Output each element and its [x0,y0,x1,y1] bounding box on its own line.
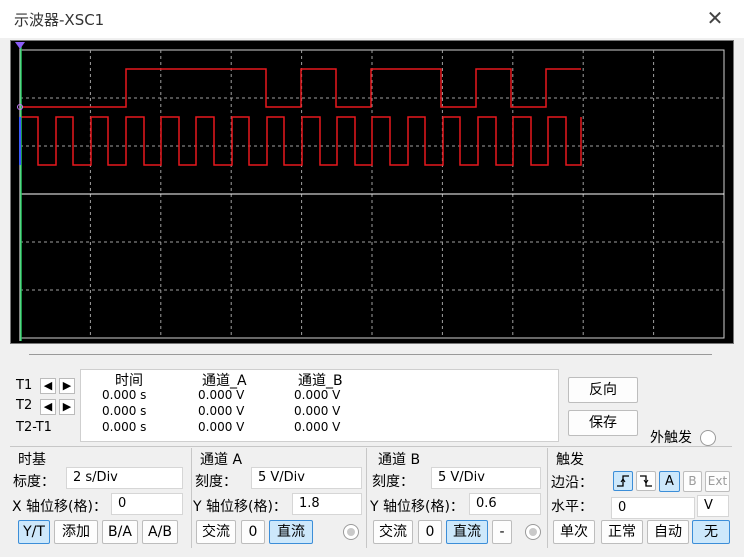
channel-a-terminal[interactable] [343,524,359,540]
t1-time: 0.000 s [102,388,147,402]
t1-right-arrow-icon[interactable]: ▶ [59,378,75,394]
header-channel-b: 通道_B [298,373,343,389]
trigger-normal-button[interactable]: 正常 [601,520,643,544]
t2-left-arrow-icon[interactable]: ◀ [40,399,56,415]
t2-channel-b: 0.000 V [294,404,341,418]
timebase-xpos-field[interactable]: 0 [111,493,183,515]
ext-trigger-label: 外触发 [650,430,692,446]
channel-b-zero-button[interactable]: 0 [418,520,442,544]
yt-button[interactable]: Y/T [18,520,50,544]
t2-t1-channel-a: 0.000 V [198,420,245,434]
t1-left-arrow-icon[interactable]: ◀ [40,378,56,394]
t1-channel-a: 0.000 V [198,388,245,402]
channel-b-minus-button[interactable]: - [492,520,512,544]
ab-button[interactable]: A/B [142,520,178,544]
t2-time: 0.000 s [102,404,147,418]
save-button[interactable]: 保存 [568,410,638,436]
t2-channel-a: 0.000 V [198,404,245,418]
oscilloscope-screen [10,40,734,344]
channel-b-title: 通道 B [378,452,421,468]
channel-a-ypos-label: Y 轴位移(格)： [193,499,287,515]
waveform-display [15,42,725,341]
trigger-single-button[interactable]: 单次 [553,520,595,544]
channel-b-dc-button[interactable]: 直流 [446,520,488,544]
t1-channel-b: 0.000 V [294,388,341,402]
trigger-source-ext-button[interactable]: Ext [705,471,730,492]
timebase-scale-field[interactable]: 2 s/Div [66,467,183,489]
reverse-button[interactable]: 反向 [568,377,638,403]
window-title: 示波器-XSC1 [14,11,105,29]
ext-trigger-terminal[interactable] [700,430,716,446]
channel-a-ac-button[interactable]: 交流 [196,520,236,544]
t2-label: T2 [16,398,33,413]
trigger-auto-button[interactable]: 自动 [647,520,689,544]
channel-b-terminal[interactable] [525,524,541,540]
channel-a-trace [20,68,581,108]
channel-b-ac-button[interactable]: 交流 [373,520,413,544]
channel-a-title: 通道 A [200,452,243,468]
timebase-title: 时基 [18,452,46,468]
divider-timebase [191,448,192,548]
channel-b-ypos-label: Y 轴位移(格)： [370,499,464,515]
rising-edge-glyph [617,475,629,487]
timebase-xpos-label: X 轴位移(格)： [12,499,107,515]
channel-b-scale-field[interactable]: 5 V/Div [431,467,541,489]
trigger-edge-label: 边沿： [551,475,593,491]
header-time: 时间 [115,373,143,389]
t2-t1-time: 0.000 s [102,420,147,434]
trigger-title: 触发 [556,452,584,468]
t2-t1-channel-b: 0.000 V [294,420,341,434]
trigger-source-a-button[interactable]: A [659,471,680,492]
add-button[interactable]: 添加 [54,520,98,544]
channel-b-scale-label: 刻度： [372,474,414,490]
channel-a-scale-label: 刻度： [195,474,237,490]
falling-edge-icon[interactable] [636,471,656,491]
trigger-none-button[interactable]: 无 [692,520,730,544]
divider-channel-a [366,448,367,548]
trigger-level-label: 水平： [551,499,593,515]
h-scrollbar[interactable] [29,354,712,355]
rising-edge-icon[interactable] [613,471,633,491]
divider-channel-b [547,448,548,548]
section-divider [10,446,732,447]
falling-edge-glyph [640,475,652,487]
t2-right-arrow-icon[interactable]: ▶ [59,399,75,415]
timebase-scale-label: 标度： [13,474,55,490]
trigger-level-unit[interactable]: V [697,495,729,517]
close-icon[interactable]: ✕ [705,8,725,28]
ba-button[interactable]: B/A [102,520,138,544]
channel-a-dc-button[interactable]: 直流 [269,520,313,544]
t2-t1-label: T2-T1 [16,420,52,435]
trigger-level-field[interactable]: 0 [611,497,695,519]
channel-a-zero-button[interactable]: 0 [241,520,265,544]
measurement-readout: 时间 通道_A 通道_B 0.000 s 0.000 V 0.000 V 0.0… [80,369,559,442]
header-channel-a: 通道_A [202,373,247,389]
cursor-marker-icon [15,42,25,49]
channel-a-scale-field[interactable]: 5 V/Div [251,467,362,489]
trigger-source-b-button[interactable]: B [683,471,702,492]
title-bar: 示波器-XSC1 ✕ [0,0,744,38]
channel-a-ypos-field[interactable]: 1.8 [292,493,362,515]
channel-b-ypos-field[interactable]: 0.6 [469,493,541,515]
t1-label: T1 [16,378,33,393]
channel-b-trace [20,116,582,166]
